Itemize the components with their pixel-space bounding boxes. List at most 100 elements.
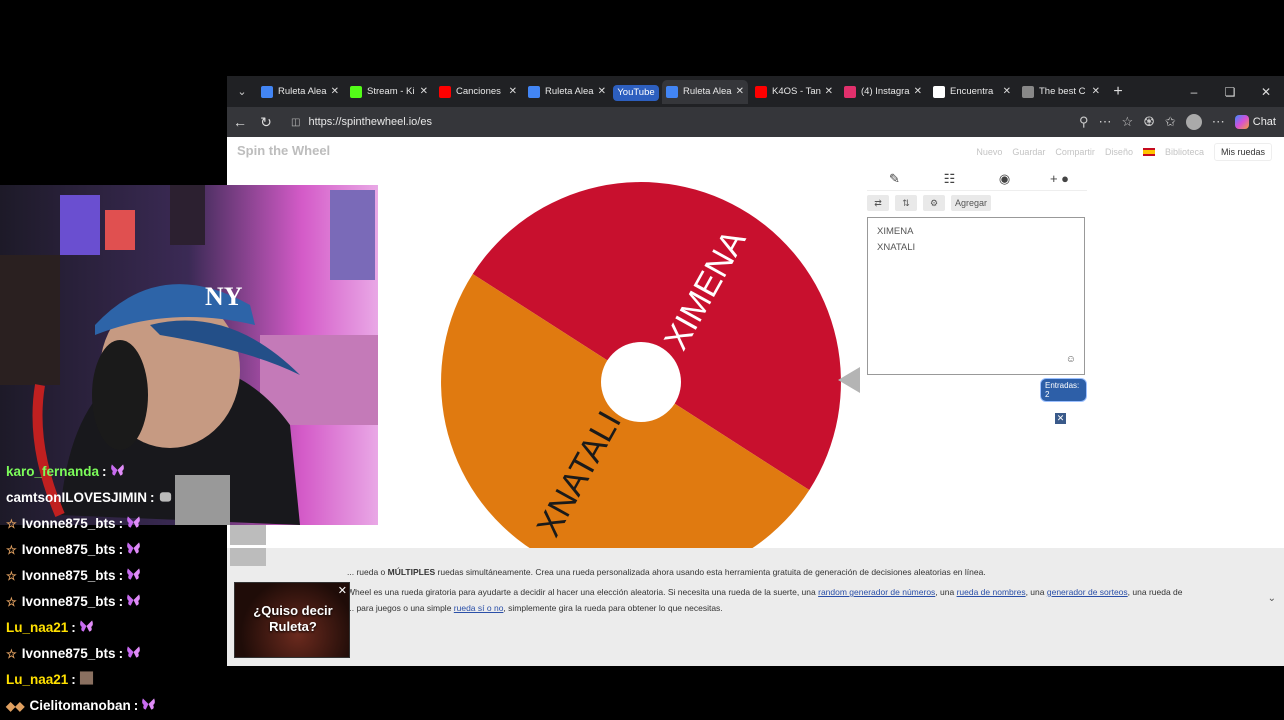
- tab-favicon-icon: [844, 85, 856, 98]
- nav-diseno[interactable]: Diseño: [1105, 147, 1133, 157]
- browser-tab[interactable]: K4OS - Tan ✕: [751, 80, 837, 104]
- chat-message: ☆ Ivonne875_bts :: [6, 567, 141, 584]
- link-random-numbers[interactable]: random generador de números: [818, 587, 935, 597]
- roulette-popup[interactable]: ¿Quiso decir Ruleta? ✕: [234, 582, 350, 658]
- sort-icon[interactable]: ⇅: [895, 195, 917, 211]
- tab-close-icon[interactable]: ✕: [825, 86, 833, 97]
- tab-close-icon[interactable]: ✕: [914, 86, 922, 97]
- mis-ruedas-button[interactable]: Mis ruedas: [1213, 143, 1272, 161]
- tab-close-icon[interactable]: ✕: [420, 86, 428, 97]
- browser-tab[interactable]: (4) Instagra ✕: [840, 80, 926, 104]
- desc-text: ruedas simultáneamente. Crea una rueda p…: [435, 567, 986, 577]
- favorites-icon[interactable]: ✩: [1165, 114, 1176, 130]
- overlay-block: [230, 525, 266, 545]
- chat-badge-icon: ☆: [6, 542, 17, 557]
- link-name-wheel[interactable]: rueda de nombres: [957, 587, 1026, 597]
- butterfly-emote-icon: [79, 619, 94, 636]
- new-tab-icon[interactable]: +: [1107, 83, 1129, 101]
- overlay-block: [230, 548, 266, 566]
- tab-close-icon[interactable]: ✕: [331, 86, 339, 97]
- hide-eye-icon[interactable]: ◉: [977, 171, 1032, 187]
- tab-title: K4OS - Tan: [772, 86, 821, 97]
- tab-close-icon[interactable]: ✕: [1003, 86, 1011, 97]
- chat-message: ☆ Ivonne875_bts :: [6, 645, 141, 662]
- shuffle-icon[interactable]: ⇄: [867, 195, 889, 211]
- results-clipboard-icon[interactable]: ☷: [922, 171, 977, 187]
- reload-icon[interactable]: ↻: [253, 114, 279, 131]
- profile-avatar[interactable]: [1185, 114, 1202, 130]
- chat-colon: :: [118, 542, 124, 557]
- wheel-svg[interactable]: XIMENA XNATALI: [440, 181, 842, 583]
- editor-tabs: ✎ ☷ ◉ + ●: [867, 167, 1087, 191]
- zoom-icon[interactable]: ⚲: [1079, 114, 1089, 130]
- close-window-icon[interactable]: ✕: [1248, 85, 1284, 99]
- url-text: https://spinthewheel.io/es: [308, 116, 432, 128]
- chat-badge-icon: ☆: [6, 646, 17, 661]
- butterfly-emote-icon: [126, 645, 141, 662]
- back-icon[interactable]: ←: [227, 114, 253, 130]
- popup-close-icon[interactable]: ✕: [338, 584, 347, 597]
- nav-compartir[interactable]: Compartir: [1055, 147, 1095, 157]
- copilot-chat-button[interactable]: Chat: [1234, 115, 1276, 129]
- face-emote-icon: [79, 671, 94, 688]
- browser-tab[interactable]: Encuentra ✕: [929, 80, 1015, 104]
- tab-close-icon[interactable]: ✕: [509, 86, 517, 97]
- tab-favicon-icon: [1022, 85, 1034, 98]
- settings-icon[interactable]: ⚙: [923, 195, 945, 211]
- desc-text: , una: [1025, 587, 1047, 597]
- emoji-icon[interactable]: ☺: [1066, 352, 1076, 368]
- nav-guardar[interactable]: Guardar: [1012, 147, 1045, 157]
- description-line-2: Wheel es una rueda giratoria para ayudar…: [347, 582, 1274, 602]
- tab-search-icon[interactable]: ⌄: [227, 76, 257, 107]
- minimize-icon[interactable]: –: [1176, 85, 1212, 99]
- tab-close-icon[interactable]: ✕: [1092, 86, 1100, 97]
- spin-wheel[interactable]: XIMENA XNATALI: [440, 181, 842, 588]
- chat-badge-icon: ☆: [6, 516, 17, 531]
- browser-tab[interactable]: The best C ✕: [1018, 80, 1104, 104]
- nav-nuevo[interactable]: Nuevo: [976, 147, 1002, 157]
- tab-close-icon[interactable]: ✕: [598, 86, 606, 97]
- read-aloud-icon[interactable]: ⋯: [1099, 114, 1112, 130]
- restore-icon[interactable]: ❏: [1212, 85, 1248, 99]
- description-section: ... rueda o MÚLTIPLES ruedas simultáneam…: [227, 548, 1284, 666]
- chat-colon: :: [150, 490, 155, 505]
- chat-username: camtsonILOVESJIMIN: [6, 490, 148, 505]
- butterfly-emote-icon: [110, 463, 125, 480]
- chat-badge-icon: ☆: [6, 594, 17, 609]
- desc-text: ... para juegos o una simple: [347, 603, 454, 613]
- chat-username: karo_fernanda: [6, 464, 100, 479]
- scroll-down-icon[interactable]: ⌄: [1268, 593, 1276, 604]
- edit-pencil-icon[interactable]: ✎: [867, 171, 922, 187]
- site-info-icon[interactable]: ◫: [291, 117, 300, 128]
- link-raffle[interactable]: generador de sorteos: [1047, 587, 1128, 597]
- desc-text: , simplemente gira la rueda para obtener…: [503, 603, 723, 613]
- browser-tab[interactable]: YouTube: [613, 84, 659, 101]
- add-image-button[interactable]: Agregar: [951, 195, 992, 211]
- browser-tab[interactable]: Ruleta Alea ✕: [662, 79, 748, 104]
- chat-badge-icon: ◆◆: [6, 698, 25, 713]
- extensions-icon[interactable]: ♼: [1143, 114, 1155, 130]
- chat-username: Ivonne875_bts: [21, 594, 116, 609]
- more-icon[interactable]: ⋯: [1212, 114, 1225, 130]
- spain-flag-icon[interactable]: [1142, 148, 1155, 156]
- color-palette-icon[interactable]: + ●: [1032, 171, 1087, 186]
- url-field[interactable]: ◫ https://spinthewheel.io/es: [285, 111, 905, 133]
- browser-tab[interactable]: Ruleta Alea ✕: [524, 80, 610, 104]
- tab-favicon-icon: [261, 85, 273, 98]
- browser-tab[interactable]: Ruleta Alea ✕: [257, 80, 343, 104]
- site-logo[interactable]: Spin the Wheel: [237, 143, 330, 158]
- chat-colon: :: [118, 594, 124, 609]
- favorite-star-icon[interactable]: ☆: [1122, 114, 1134, 130]
- close-ad-icon[interactable]: ✕: [1055, 413, 1066, 424]
- link-yes-no-wheel[interactable]: rueda sí o no: [454, 603, 504, 613]
- browser-tab[interactable]: Stream - Ki ✕: [346, 80, 432, 104]
- wheel-center[interactable]: [601, 342, 681, 422]
- tab-favicon-icon: [350, 85, 362, 98]
- window-controls: – ❏ ✕: [1176, 76, 1284, 107]
- nav-biblioteca[interactable]: Biblioteca: [1165, 147, 1204, 157]
- entries-textarea[interactable]: XIMENA XNATALI ☺: [867, 217, 1085, 375]
- tab-close-icon[interactable]: ✕: [736, 86, 744, 97]
- desc-text: Wheel es una rueda giratoria para ayudar…: [347, 587, 819, 597]
- address-bar: ← ↻ ◫ https://spinthewheel.io/es ⚲ ⋯ ☆ ♼…: [227, 107, 1284, 137]
- browser-tab[interactable]: Canciones ✕: [435, 80, 521, 104]
